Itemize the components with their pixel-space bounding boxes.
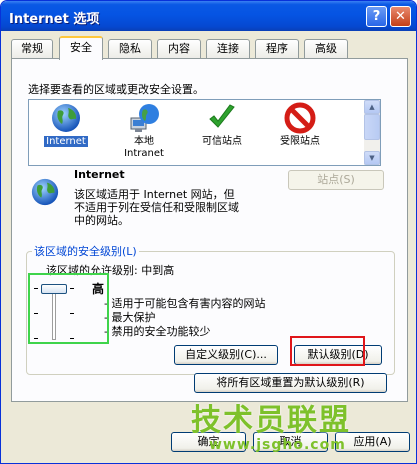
tab-content[interactable]: 内容 <box>157 39 201 59</box>
zone-internet-label: Internet <box>44 136 88 147</box>
tab-security[interactable]: 安全 <box>59 36 103 60</box>
highlight-box-slider <box>28 273 109 344</box>
zone-local-intranet-label: 本地 Intranet <box>124 136 164 159</box>
tab-privacy[interactable]: 隐私 <box>108 39 152 59</box>
zone-list[interactable]: Internet 本地 Intranet 可信站点 受限站点 ▲ ▼ <box>28 99 381 166</box>
local-intranet-icon <box>130 104 159 132</box>
highlight-box-default-level <box>290 336 365 366</box>
zone-trusted-sites-label: 可信站点 <box>202 136 242 147</box>
zone-description-line-3: 中的网站。 <box>74 214 129 227</box>
zone-restricted-sites-label: 受限站点 <box>280 136 320 147</box>
zone-instruction: 选择要查看的区域或更改安全设置。 <box>28 83 204 96</box>
custom-level-button[interactable]: 自定义级别(C)... <box>174 345 278 365</box>
watermark-logo: 技术员联盟 www.jsgho.com <box>191 395 416 463</box>
tab-general[interactable]: 常规 <box>11 39 53 59</box>
zone-trusted-sites[interactable]: 可信站点 <box>189 102 255 164</box>
tab-programs[interactable]: 程序 <box>255 39 299 59</box>
window-title: Internet 选项 <box>9 12 100 27</box>
tab-advanced[interactable]: 高级 <box>304 39 348 59</box>
reset-all-zones-button[interactable]: 将所有区域重置为默认级别(R) <box>194 373 387 393</box>
sites-button[interactable]: 站点(S) <box>288 170 384 190</box>
watermark-url: www.jsgho.com <box>209 437 346 453</box>
checkmark-icon <box>209 104 235 128</box>
zone-local-intranet[interactable]: 本地 Intranet <box>111 102 177 164</box>
zone-list-scrollbar[interactable]: ▲ ▼ <box>364 100 380 165</box>
globe-icon <box>52 104 80 132</box>
scroll-up-arrow-icon[interactable]: ▲ <box>364 100 380 114</box>
help-button[interactable]: ? <box>366 6 387 27</box>
selected-zone-globe-icon <box>31 178 59 206</box>
restricted-icon <box>284 102 316 134</box>
security-level-group-title: 该区域的安全级别(L) <box>32 243 139 259</box>
selected-zone-title: Internet <box>74 168 125 181</box>
zone-restricted-sites[interactable]: 受限站点 <box>267 102 333 164</box>
scroll-down-arrow-icon[interactable]: ▼ <box>364 151 380 165</box>
scroll-thumb[interactable] <box>364 114 380 140</box>
internet-options-dialog: Internet 选项 ? ✕ 常规 安全 隐私 内容 连接 程序 高级 选择要… <box>0 0 417 464</box>
tab-connections[interactable]: 连接 <box>206 39 250 59</box>
zone-internet[interactable]: Internet <box>33 102 99 164</box>
level-bullet-3: - 禁用的安全功能较少 <box>104 325 211 338</box>
title-bar[interactable]: Internet 选项 ? ✕ <box>1 1 416 31</box>
watermark-text: 技术员联盟 <box>191 403 351 438</box>
close-button[interactable]: ✕ <box>390 6 411 27</box>
